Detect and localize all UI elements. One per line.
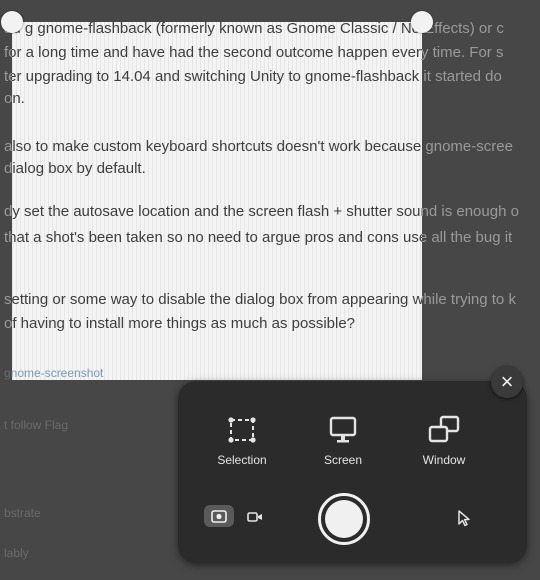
tag-link: gnome-screenshot bbox=[12, 366, 104, 380]
page-text-line: ter upgrading to 14.04 and switching Uni… bbox=[12, 68, 422, 85]
close-button[interactable]: × bbox=[491, 366, 523, 398]
selection-area[interactable]: au g gnome-flashback (formerly known as … bbox=[12, 22, 422, 380]
screenshot-toggle[interactable] bbox=[204, 505, 234, 527]
page-text-line: lably bbox=[4, 546, 29, 560]
camera-icon bbox=[211, 509, 227, 528]
window-mode-label: Window bbox=[422, 453, 466, 467]
close-icon: × bbox=[500, 369, 514, 394]
video-icon bbox=[247, 510, 263, 528]
window-mode-button[interactable]: Window bbox=[394, 411, 494, 471]
capture-type-toggle bbox=[204, 505, 274, 531]
page-text-line: dy set the autosave location and the scr… bbox=[12, 203, 422, 220]
capture-button[interactable] bbox=[318, 493, 370, 545]
selection-handle-top-right[interactable] bbox=[411, 11, 433, 33]
page-text-line: for a long time and have had the second … bbox=[12, 44, 422, 61]
page-text-line: also to make custom keyboard shortcuts d… bbox=[12, 138, 422, 155]
screen-mode-label: Screen bbox=[323, 453, 363, 467]
page-text-line: that a shot's been taken so no need to a… bbox=[12, 229, 422, 246]
screenshot-toolbar: Selection Screen Window bbox=[178, 381, 527, 563]
screencast-toggle[interactable] bbox=[240, 505, 270, 527]
screen-icon bbox=[327, 415, 359, 448]
window-icon bbox=[427, 415, 461, 448]
page-text-line: on. bbox=[12, 90, 25, 107]
pointer-icon bbox=[456, 510, 472, 531]
selection-icon bbox=[225, 415, 259, 448]
shutter-icon bbox=[325, 500, 363, 538]
screen-mode-button[interactable]: Screen bbox=[293, 411, 393, 471]
selection-mode-button[interactable]: Selection bbox=[192, 411, 292, 471]
page-text-line: bstrate bbox=[4, 506, 41, 520]
page-text-line: of having to install more things as much… bbox=[12, 315, 356, 332]
selection-handle-top-left[interactable] bbox=[1, 11, 23, 33]
page-text-line: au g gnome-flashback (formerly known as … bbox=[12, 22, 422, 37]
page-text-line: dialog box by default. bbox=[12, 160, 146, 177]
post-actions: t follow Flag bbox=[4, 418, 69, 432]
page-text-line: setting or some way to disable the dialo… bbox=[12, 291, 422, 308]
show-pointer-toggle[interactable] bbox=[456, 509, 472, 532]
selection-mode-label: Selection bbox=[217, 453, 267, 467]
